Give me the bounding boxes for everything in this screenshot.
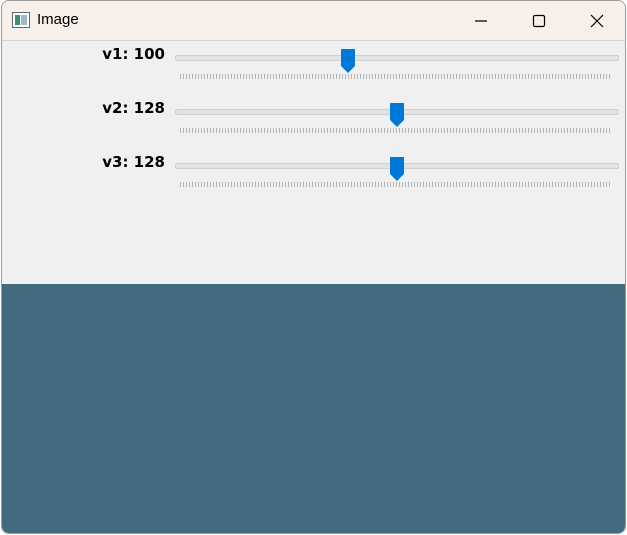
- slider-ticks: [180, 74, 612, 79]
- slider-thumb[interactable]: [389, 156, 405, 182]
- close-button[interactable]: [568, 1, 625, 40]
- slider-thumb[interactable]: [340, 48, 356, 74]
- trackbar-label: v1: 100: [102, 45, 165, 63]
- slider-track[interactable]: [175, 55, 619, 61]
- title-bar[interactable]: Image: [2, 1, 625, 41]
- slider-ticks: [180, 128, 612, 133]
- trackbar-label: v3: 128: [102, 153, 165, 171]
- app-icon: [12, 12, 30, 28]
- slider-ticks: [180, 182, 612, 187]
- trackbar-v3: v3: 128: [2, 151, 625, 205]
- minimize-icon: [475, 20, 487, 22]
- window-title: Image: [37, 11, 79, 28]
- trackbar-v2: v2: 128: [2, 97, 625, 151]
- app-window: Image v1: 100 v2: 128 v3: 128: [1, 0, 626, 534]
- slider-thumb[interactable]: [389, 102, 405, 128]
- trackbar-panel: v1: 100 v2: 128 v3: 128: [2, 41, 625, 284]
- minimize-button[interactable]: [452, 1, 510, 40]
- maximize-icon: [532, 14, 546, 28]
- trackbar-label: v2: 128: [102, 99, 165, 117]
- maximize-button[interactable]: [510, 1, 568, 40]
- close-icon: [590, 14, 604, 28]
- trackbar-v1: v1: 100: [2, 43, 625, 97]
- image-canvas: [2, 284, 625, 533]
